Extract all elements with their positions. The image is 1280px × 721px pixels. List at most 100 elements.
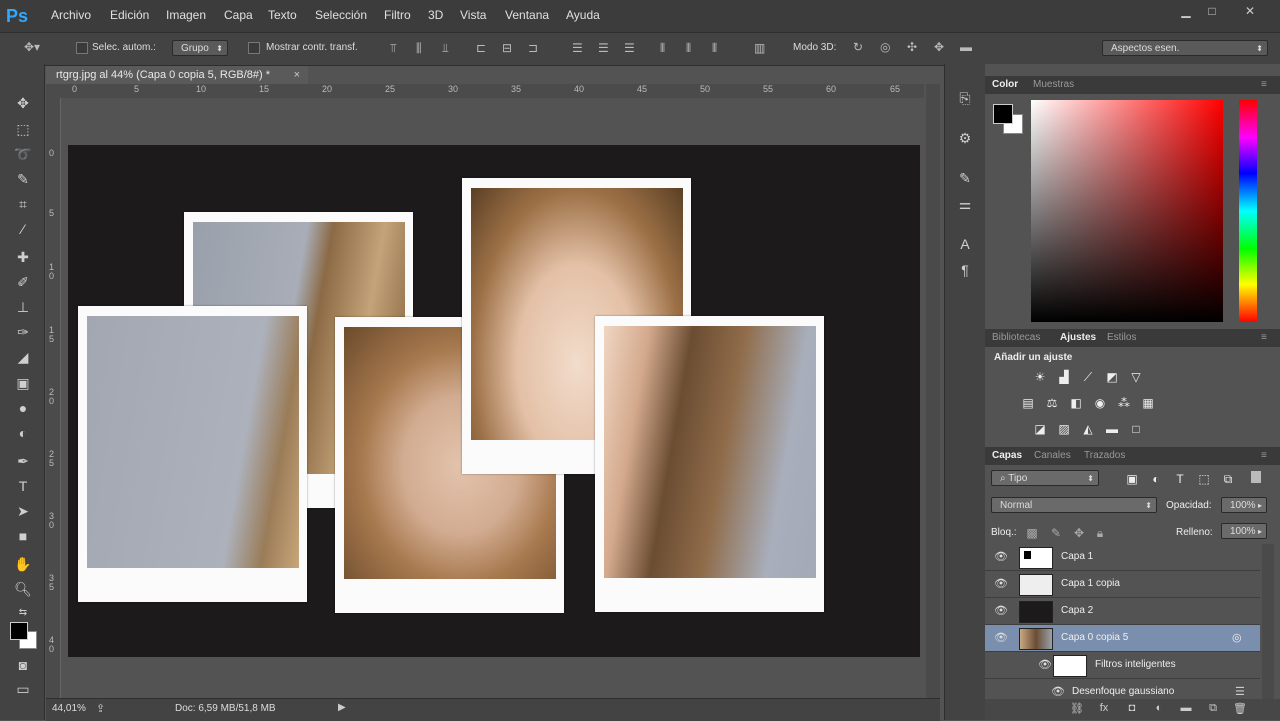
share-icon[interactable]: ⇪ (96, 702, 105, 715)
smart-filter-icon[interactable]: ◎ (1232, 631, 1242, 644)
layer-row[interactable]: 👁︎ Capa 2 (985, 598, 1260, 625)
align-vcenter-icon[interactable]: ⫼ (416, 41, 422, 56)
visibility-eye-icon[interactable]: 👁︎ (994, 578, 1008, 590)
new-adjustment-icon[interactable]: ◐ (1151, 702, 1167, 716)
distribute-bottom-icon[interactable]: ☰ (624, 41, 635, 55)
levels-icon[interactable]: ▟ (1056, 370, 1072, 384)
menu-imagen[interactable]: Imagen (166, 8, 206, 22)
character-panel-icon[interactable]: A (955, 234, 975, 254)
photo-filter-icon[interactable]: ◉ (1092, 396, 1108, 410)
delete-layer-icon[interactable]: 🗑︎ (1232, 702, 1248, 716)
quick-select-tool-icon[interactable]: ✎ (12, 168, 34, 190)
visibility-eye-icon[interactable]: 👁︎ (994, 551, 1008, 563)
3d-slide-icon[interactable]: ✥ (934, 40, 944, 54)
threshold-icon[interactable]: ◭ (1080, 422, 1096, 436)
visibility-eye-icon[interactable]: 👁︎ (1038, 659, 1052, 671)
filter-smart-object-icon[interactable]: ⧉ (1220, 472, 1236, 486)
distribute-top-icon[interactable]: ☰ (572, 41, 583, 55)
3d-rotate-icon[interactable]: ↻ (853, 40, 863, 54)
tab-layers[interactable]: Capas (992, 450, 1022, 461)
brush-tool-icon[interactable]: ✐ (12, 271, 34, 293)
panel-menu-icon[interactable]: ≡ (1261, 332, 1267, 343)
foreground-color-swatch[interactable] (993, 104, 1013, 124)
move-tool-icon[interactable]: ✥▾ (24, 40, 40, 54)
zoom-tool-icon[interactable]: 🔍︎ (12, 578, 34, 600)
new-group-icon[interactable]: ▬ (1178, 702, 1194, 716)
layer-row[interactable]: 👁︎ Capa 1 (985, 544, 1260, 571)
screen-mode-icon[interactable]: ▭ (12, 678, 34, 700)
visibility-eye-icon[interactable]: 👁︎ (1051, 686, 1065, 698)
hue-slider[interactable] (1239, 100, 1257, 322)
foreground-color-swatch[interactable] (10, 622, 28, 640)
history-panel-icon[interactable]: ⎘ (955, 88, 975, 108)
brightness-icon[interactable]: ☀ (1032, 370, 1048, 384)
lock-transparent-icon[interactable]: ▩ (1024, 526, 1040, 540)
lock-image-icon[interactable]: ✎ (1048, 526, 1064, 540)
visibility-eye-icon[interactable]: 👁︎ (994, 605, 1008, 617)
panel-menu-icon[interactable]: ≡ (1261, 79, 1267, 90)
channel-mixer-icon[interactable]: ⁂ (1116, 396, 1132, 410)
filter-pixel-icon[interactable]: ▣ (1124, 472, 1140, 486)
eyedropper-tool-icon[interactable]: ⁄ (12, 218, 34, 240)
menu-capa[interactable]: Capa (224, 8, 253, 22)
eraser-tool-icon[interactable]: ◢ (12, 346, 34, 368)
layers-scrollbar[interactable] (1262, 544, 1274, 704)
black-white-icon[interactable]: ◧ (1068, 396, 1084, 410)
brush-presets-icon[interactable]: ✎ (955, 168, 975, 188)
distribute-vcenter-icon[interactable]: ☰ (598, 41, 609, 55)
blend-mode-dropdown[interactable]: Normal ⬍ (991, 497, 1157, 513)
menu-archivo[interactable]: Archivo (51, 8, 91, 22)
selective-color-icon[interactable]: □ (1128, 422, 1144, 436)
horizontal-ruler[interactable]: 0 5 10 15 20 25 30 35 40 45 50 55 60 65 (62, 84, 924, 99)
panel-menu-icon[interactable]: ≡ (1261, 450, 1267, 461)
menu-edicion[interactable]: Edición (110, 8, 149, 22)
properties-panel-icon[interactable]: ⚙ (955, 128, 975, 148)
hand-tool-icon[interactable]: ✋ (12, 553, 34, 575)
filter-type-icon[interactable]: T (1172, 472, 1188, 486)
tab-adjustments[interactable]: Ajustes (1060, 332, 1096, 343)
menu-ayuda[interactable]: Ayuda (566, 8, 600, 22)
align-left-icon[interactable]: ⊏ (476, 41, 486, 55)
align-hcenter-icon[interactable]: ⊟ (502, 41, 512, 55)
paragraph-panel-icon[interactable]: ¶ (955, 260, 975, 280)
filter-options-icon[interactable]: ☰ (1235, 685, 1245, 698)
gradient-tool-icon[interactable]: ▣ (12, 372, 34, 394)
close-tab-icon[interactable]: × (294, 66, 300, 84)
auto-select-dropdown[interactable]: Grupo ⬍ (172, 40, 228, 56)
tab-libraries[interactable]: Bibliotecas (992, 332, 1040, 343)
tab-styles[interactable]: Estilos (1107, 332, 1136, 343)
swap-colors-icon[interactable]: ⇆ (12, 602, 34, 624)
gradient-map-icon[interactable]: ▬ (1104, 422, 1120, 436)
layer-style-icon[interactable]: fx (1096, 702, 1112, 716)
minimize-button[interactable]: ▁ (1174, 4, 1198, 18)
tab-paths[interactable]: Trazados (1084, 450, 1125, 461)
filter-shape-icon[interactable]: ⬚ (1196, 472, 1212, 486)
curves-icon[interactable]: ⟋ (1080, 370, 1096, 384)
3d-roll-icon[interactable]: ◎ (880, 40, 890, 54)
menu-3d[interactable]: 3D (428, 8, 443, 22)
maximize-button[interactable]: □ (1200, 4, 1224, 18)
3d-scale-icon[interactable]: ▬ (960, 40, 972, 54)
menu-seleccion[interactable]: Selección (315, 8, 367, 22)
document-canvas[interactable] (68, 145, 920, 657)
layer-row[interactable]: 👁︎ Capa 1 copia (985, 571, 1260, 598)
opacity-input[interactable]: 100% ▸ (1221, 497, 1267, 513)
dodge-tool-icon[interactable]: ◐ (12, 422, 34, 444)
close-window-button[interactable]: ✕ (1238, 4, 1262, 18)
new-layer-icon[interactable]: ⧉ (1205, 702, 1221, 716)
vertical-ruler[interactable]: 0 5 1 0 1 5 2 0 2 5 3 0 3 5 4 0 (46, 98, 61, 698)
align-bottom-icon[interactable]: ⫫ (442, 41, 449, 56)
workspace-dropdown[interactable]: Aspectos esen. ⬍ (1102, 40, 1268, 56)
posterize-icon[interactable]: ▨ (1056, 422, 1072, 436)
tab-swatches[interactable]: Muestras (1033, 79, 1074, 90)
history-brush-tool-icon[interactable]: ✑ (12, 321, 34, 343)
zoom-level[interactable]: 44,01% (52, 703, 86, 714)
filter-toggle[interactable] (1251, 471, 1261, 483)
layer-filter-dropdown[interactable]: ⌕ Tipo ⬍ (991, 470, 1099, 486)
quick-mask-icon[interactable]: ◙ (12, 654, 34, 676)
crop-tool-icon[interactable]: ⌗ (12, 193, 34, 215)
link-layers-icon[interactable]: ⛓ (1069, 702, 1085, 716)
menu-texto[interactable]: Texto (268, 8, 297, 22)
align-right-icon[interactable]: ⊐ (528, 41, 538, 55)
align-top-icon[interactable]: ⫪ (390, 41, 397, 56)
